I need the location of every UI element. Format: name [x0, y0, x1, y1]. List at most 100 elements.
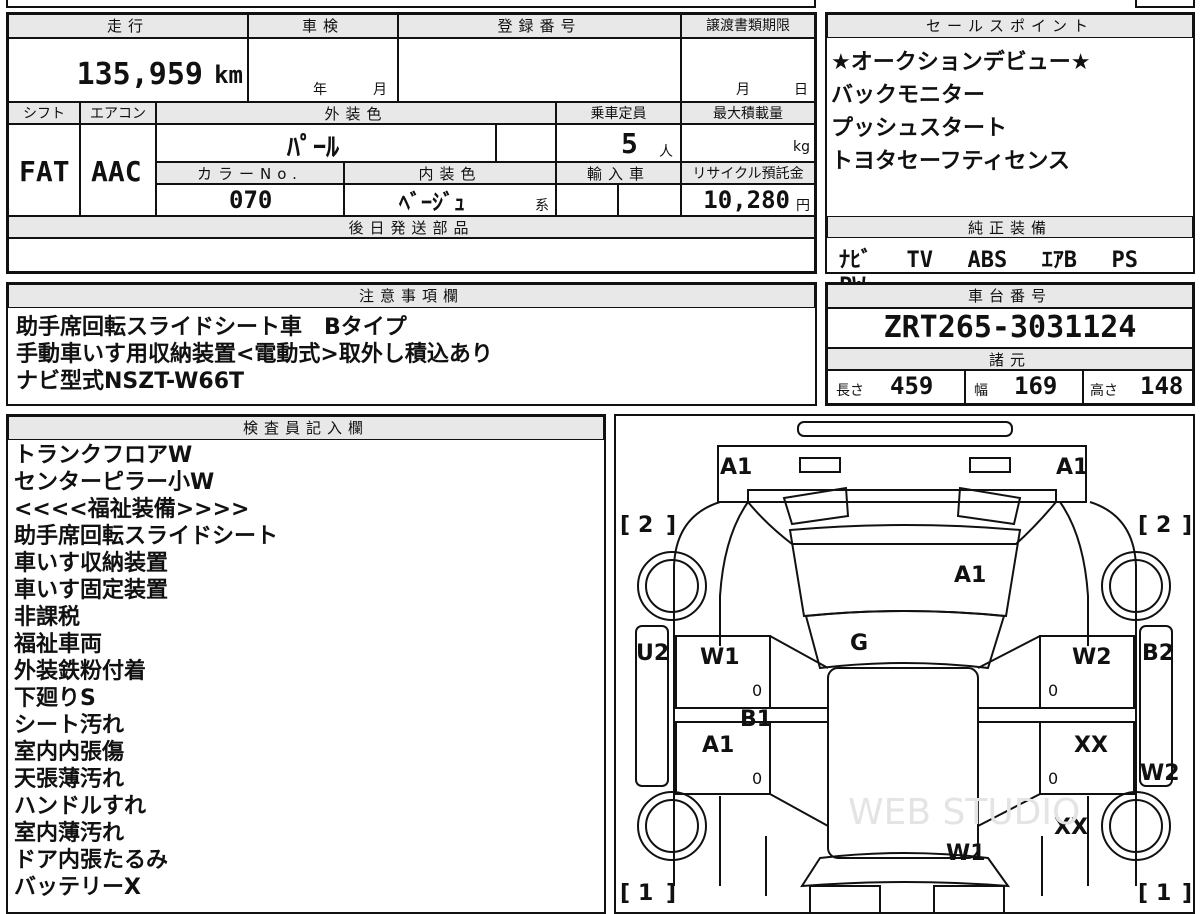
mark-left-pillar: B1 — [740, 707, 772, 732]
recycle-value: 10,280 — [703, 186, 790, 214]
inspector-line: 外装鉄粉付着 — [14, 659, 147, 684]
load-header: 最大積載量 — [681, 102, 815, 124]
equipment-item: ｴｱB — [1041, 248, 1078, 273]
capacity-header: 乗車定員 — [556, 102, 681, 124]
interior-header: 内装色 — [344, 162, 556, 184]
mileage-header: 走行 — [8, 14, 248, 38]
spec-block: 走行 車検 登録番号 譲渡書類期限 135,959 km 年 月 月 日 シフト… — [6, 12, 817, 274]
shaken-header: 車検 — [248, 14, 398, 38]
mark-left-rear-door: W1 — [700, 645, 740, 670]
tire-rear-right: 2 — [1156, 513, 1171, 538]
load-unit: kg — [793, 139, 810, 155]
ac-value: AAC — [91, 155, 142, 188]
sales-points-header: セールスポイント — [827, 14, 1193, 38]
inspector-line: <<<<福祉装備>>>> — [14, 497, 250, 522]
notes-header: 注意事項欄 — [8, 284, 815, 308]
width-label: 幅 — [974, 383, 988, 399]
top-stub-right — [1135, 0, 1195, 8]
later-parts-cell — [8, 238, 815, 272]
exterior-value: ﾊﾟｰﾙ — [287, 133, 340, 162]
roof-panel — [804, 610, 1006, 670]
interior-value: ﾍﾞｰｼﾞｭ — [399, 191, 466, 216]
note-line: ナビ型式NSZT-W66T — [16, 369, 245, 394]
front-fender-left — [719, 796, 767, 896]
wheel-front-left — [637, 791, 707, 861]
zero-mark: 0 — [752, 769, 762, 788]
recycle-header: リサイクル預託金 — [681, 162, 815, 184]
inspector-line: ドア内張たるみ — [14, 848, 169, 873]
shift-cell: FAT — [8, 124, 80, 216]
inspector-line: 助手席回転スライドシート — [14, 524, 279, 549]
bracket-front-right: [ — [1138, 881, 1148, 906]
inspector-line: 下廻りS — [14, 686, 96, 711]
tire-rear-left: 2 — [638, 513, 653, 538]
genuine-equipment-header: 純正装備 — [827, 216, 1193, 238]
bracket-rear-right: [ — [1138, 513, 1148, 538]
bracket-rear-left-close: ] — [666, 513, 676, 538]
color-no-header: カラーNo. — [156, 162, 344, 184]
mark-hood: W1 — [946, 841, 986, 866]
width-cell: 幅 169 — [965, 370, 1083, 404]
chassis-header: 車台番号 — [827, 284, 1193, 308]
equipment-item: TV — [906, 248, 934, 273]
import-cell-a — [556, 184, 618, 216]
inspector-line: シート汚れ — [14, 713, 125, 738]
chassis-box: 車台番号 ZRT265-3031124 諸元 長さ 459 幅 169 高さ 1… — [825, 282, 1195, 406]
recycle-cell: 10,280 円 — [681, 184, 815, 216]
zero-mark: 0 — [1048, 681, 1058, 700]
tire-front-left: 1 — [638, 881, 653, 906]
inspector-line: 室内内張傷 — [14, 740, 125, 765]
inspector-header: 検査員記入欄 — [8, 416, 604, 440]
mark-right-front-fender: W2 — [1140, 761, 1180, 786]
wheel-rear-left-inner — [645, 559, 699, 613]
length-value: 459 — [890, 372, 934, 400]
interior-suffix: 系 — [535, 198, 549, 214]
watermark: WEB STUDIO — [848, 792, 1080, 833]
length-cell: 長さ 459 — [827, 370, 965, 404]
sales-point: バックモニター — [831, 83, 986, 108]
mileage-unit: km — [214, 61, 243, 89]
tail-lamp-left — [799, 457, 841, 473]
inspector-box: 検査員記入欄 トランクフロアW センターピラー小W <<<<福祉装備>>>> 助… — [6, 414, 606, 914]
transfer-cell: 月 日 — [681, 38, 815, 102]
zero-mark: 0 — [1048, 769, 1058, 788]
inspector-lines: トランクフロアW センターピラー小W <<<<福祉装備>>>> 助手席回転スライ… — [14, 442, 278, 901]
bracket-front-right-close: ] — [1182, 881, 1192, 906]
mark-rear-left: A1 — [720, 455, 752, 480]
diagram-box: [ 2 ] [ 2 ] [ 1 ] [ 1 ] A1 A1 A1 G U2 W1… — [614, 414, 1195, 914]
transfer-month: 月 — [736, 82, 750, 98]
recycle-unit: 円 — [796, 198, 810, 214]
later-parts-header: 後日発送部品 — [8, 216, 815, 238]
mileage-cell: 135,959 km — [8, 38, 248, 102]
inspector-line: センターピラー小W — [14, 470, 215, 495]
car-diagram: [ 2 ] [ 2 ] [ 1 ] [ 1 ] A1 A1 A1 G U2 W1… — [620, 421, 1192, 912]
length-label: 長さ — [836, 383, 864, 399]
sales-point: トヨタセーフティセンス — [831, 149, 1070, 174]
wheel-front-left-inner — [645, 799, 699, 853]
height-value: 148 — [1140, 372, 1184, 400]
inspector-line: ハンドルすれ — [14, 794, 147, 819]
registration-cell — [398, 38, 681, 102]
inspector-line: 非課税 — [14, 605, 81, 630]
width-value: 169 — [1014, 372, 1058, 400]
rear-window-right — [956, 486, 1022, 526]
height-label: 高さ — [1090, 383, 1118, 399]
bracket-rear-right-close: ] — [1182, 513, 1192, 538]
rear-window-left — [782, 486, 850, 526]
chassis-number: ZRT265-3031124 — [883, 310, 1137, 345]
mark-right-rear-door: W2 — [1072, 645, 1112, 670]
equipment-item: ABS — [967, 248, 1008, 273]
shift-header: シフト — [8, 102, 80, 124]
sales-points-list: ★オークションデビュー★ バックモニター プッシュスタート トヨタセーフティセン… — [831, 46, 1090, 178]
mark-roof: G — [850, 631, 868, 656]
equipment-item: PS — [1111, 248, 1139, 273]
transfer-day: 日 — [794, 82, 808, 98]
rear-quarter-right — [1059, 501, 1089, 646]
dimensions-header: 諸元 — [827, 348, 1193, 370]
capacity-unit: 人 — [659, 144, 673, 160]
load-cell: kg — [681, 124, 815, 162]
capacity-value: 5 — [621, 127, 638, 160]
top-stub-row — [6, 0, 816, 8]
inspector-line: 車いす固定装置 — [14, 578, 169, 603]
exterior-header: 外装色 — [156, 102, 556, 124]
